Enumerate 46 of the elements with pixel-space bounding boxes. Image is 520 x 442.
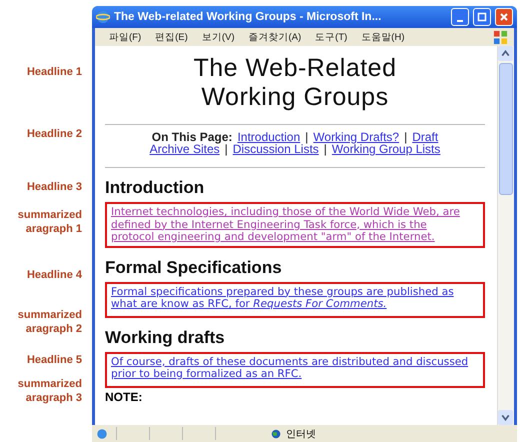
page-icon: [96, 428, 108, 440]
annotation-label: Headline 4: [26, 268, 82, 282]
toc-link[interactable]: Draft: [412, 131, 438, 143]
section-heading: Formal Specifications: [105, 258, 283, 278]
section-heading: Working drafts: [105, 328, 226, 348]
paragraph-link[interactable]: Formal specifications prepared by these groups are published as what are know as RFC, for Requests For Comments.: [111, 286, 479, 310]
maximize-button[interactable]: [473, 8, 491, 26]
close-icon: [499, 12, 509, 22]
annotation-label: summarized aragraph 2: [18, 308, 82, 336]
minimize-icon: [457, 20, 463, 22]
toc-link[interactable]: Discussion Lists: [232, 143, 319, 155]
separator: |: [324, 143, 327, 155]
close-button[interactable]: [495, 8, 513, 26]
menu-item[interactable]: 파일(F): [109, 30, 142, 44]
section-heading: Introduction: [105, 178, 206, 198]
flag-logo-icon: [493, 30, 508, 44]
scroll-thumb[interactable]: [499, 63, 513, 195]
maximize-icon: [477, 12, 487, 22]
zone-label: 인터넷: [286, 428, 316, 440]
toc-link[interactable]: Archive Sites: [150, 143, 220, 155]
minimize-button[interactable]: [451, 8, 469, 26]
toc-label: On This Page:: [152, 131, 232, 143]
menu-item[interactable]: 도구(T): [315, 30, 348, 44]
annotation-label: Headline 3: [26, 180, 82, 194]
separator: |: [305, 131, 308, 143]
menu-item[interactable]: 도움말(H): [361, 30, 404, 44]
window-title: The Web-related Working Groups - Microsoft In...: [114, 11, 382, 23]
paragraph-link[interactable]: Of course, drafts of these documents are distributed and discussed prior to being formalized as an RFC.: [111, 356, 479, 380]
annotation-label: Headline 1: [26, 65, 82, 79]
separator: |: [404, 131, 408, 143]
toc-link[interactable]: Working Group Lists: [332, 143, 440, 155]
annotation-label: summarized aragraph 3: [18, 377, 82, 405]
scroll-up-icon[interactable]: [498, 46, 513, 61]
menu-item[interactable]: 편집(E): [155, 30, 188, 44]
page-title: The Web-Related Working Groups: [192, 53, 398, 112]
note-label: NOTE:: [105, 390, 144, 404]
menu-item[interactable]: 보기(V): [202, 30, 234, 44]
separator: |: [224, 143, 228, 155]
annotation-label: summarized aragraph 1: [18, 208, 82, 236]
toc-link[interactable]: Working Drafts?: [313, 131, 400, 143]
menu-item[interactable]: 즐겨찾기(A): [248, 30, 302, 44]
annotation-label: Headline 2: [26, 127, 82, 141]
annotation-label: Headline 5: [26, 353, 82, 367]
toc-link[interactable]: Introduction: [237, 131, 300, 143]
scroll-down-icon[interactable]: [498, 410, 513, 425]
paragraph-link[interactable]: Internet technologies, including those of the World Wide Web, are defined by the Internet Engineering Task force, which is the protocol engineering and development "arm" of the Internet.: [111, 206, 479, 244]
